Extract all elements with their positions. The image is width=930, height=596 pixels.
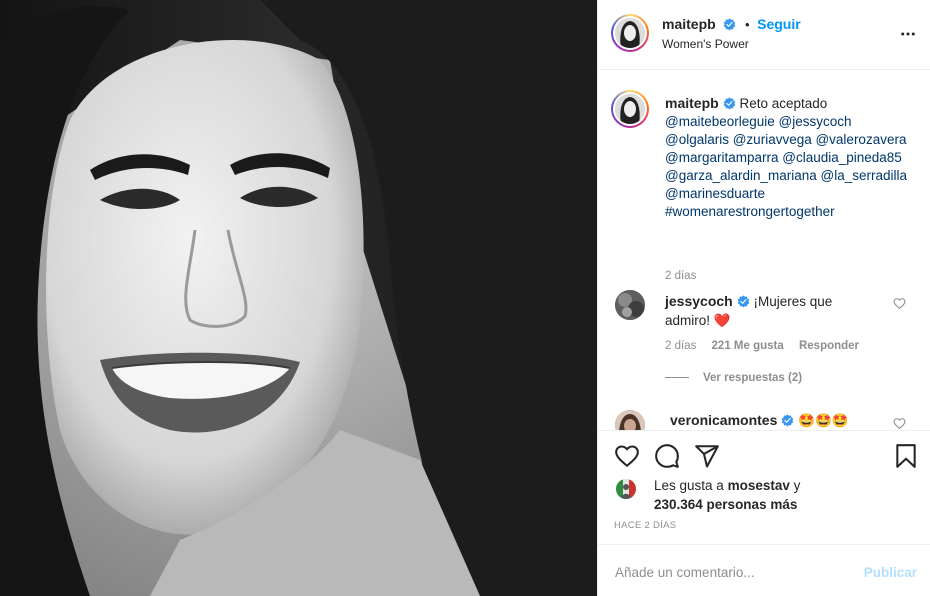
comment-item: veronicamontes 🤩🤩🤩 [598, 408, 930, 430]
post-header: maitepb • Seguir Women's Power [598, 0, 930, 70]
caption-time[interactable]: 2 días [665, 270, 696, 282]
post-location[interactable]: Women's Power [662, 37, 749, 51]
comment-username[interactable]: jessycoch [665, 293, 733, 309]
liker-username[interactable]: mosestav [728, 478, 790, 493]
comment-meta: 2 días 221 Me gusta Responder [665, 340, 871, 352]
verified-badge-icon [737, 295, 750, 308]
follow-button[interactable]: Seguir [757, 16, 801, 32]
avatar-photo [615, 290, 645, 320]
view-replies-button[interactable]: Ver respuestas (2) [665, 372, 802, 384]
likes-suffix: y [789, 478, 801, 493]
likes-text: Les gusta a mosestav y 230.364 personas … [654, 476, 800, 514]
bookmark-icon[interactable] [893, 443, 919, 469]
comment-text-block: veronicamontes 🤩🤩🤩 [670, 412, 849, 429]
separator-dot: • [744, 17, 750, 32]
avatar-photo [615, 410, 645, 430]
verified-badge-icon [724, 18, 736, 31]
commenter-avatar[interactable] [615, 290, 645, 320]
commenter-avatar[interactable] [615, 410, 645, 430]
heart-emoji: ❤️ [713, 313, 731, 328]
avatar-photo [616, 479, 636, 499]
avatar-photo [615, 94, 645, 124]
liker-avatar[interactable] [616, 479, 636, 499]
caption-avatar[interactable] [611, 90, 649, 128]
add-comment-bar: Añade un comentario... Publicar [598, 544, 930, 596]
author-username[interactable]: maitepb [662, 16, 716, 32]
comment-item: jessycoch ¡Mujeres que admiro! ❤️ 2 días… [598, 288, 930, 398]
verified-badge-icon [723, 97, 735, 110]
comment-time[interactable]: 2 días [665, 340, 696, 352]
reply-button[interactable]: Responder [799, 340, 859, 352]
heart-icon[interactable] [614, 443, 640, 469]
comment-text: 🤩🤩🤩 [798, 413, 849, 428]
post-actions: Les gusta a mosestav y 230.364 personas … [598, 430, 930, 544]
caption-text-block: maitepb Reto aceptado @maitebeorleguie @… [665, 94, 915, 221]
portrait-photo [0, 0, 597, 596]
like-comment-icon[interactable] [893, 417, 906, 430]
publish-button[interactable]: Publicar [864, 565, 917, 580]
verified-badge-icon [782, 414, 794, 427]
likes-count[interactable]: 230.364 personas más [654, 497, 797, 512]
post-side-panel: maitepb • Seguir Women's Power maitepb R… [597, 0, 930, 596]
likes-prefix: Les gusta a [654, 478, 728, 493]
comment-likes[interactable]: 221 Me gusta [712, 340, 784, 352]
paper-plane-icon[interactable] [694, 443, 720, 469]
comments-list[interactable]: maitepb Reto aceptado @maitebeorleguie @… [598, 70, 930, 430]
author-avatar[interactable] [611, 14, 649, 52]
more-options-icon[interactable] [899, 25, 917, 43]
comment-username[interactable]: veronicamontes [670, 412, 777, 428]
replies-divider [665, 377, 689, 379]
post-time[interactable]: HACE 2 DÍAS [614, 520, 676, 531]
author-line: maitepb • Seguir [662, 16, 801, 32]
comment-icon[interactable] [654, 443, 680, 469]
caption-username[interactable]: maitepb [665, 95, 719, 111]
like-comment-icon[interactable] [893, 297, 906, 310]
post-photo[interactable] [0, 0, 597, 596]
avatar-photo [615, 18, 645, 48]
comment-input[interactable]: Añade un comentario... [615, 565, 755, 580]
caption-tags[interactable]: @maitebeorleguie @jessycoch @olgalaris @… [665, 114, 907, 219]
view-replies-label: Ver respuestas (2) [703, 372, 803, 384]
comment-text-block: jessycoch ¡Mujeres que admiro! ❤️ [665, 292, 875, 330]
caption-text: Reto aceptado [739, 96, 828, 111]
